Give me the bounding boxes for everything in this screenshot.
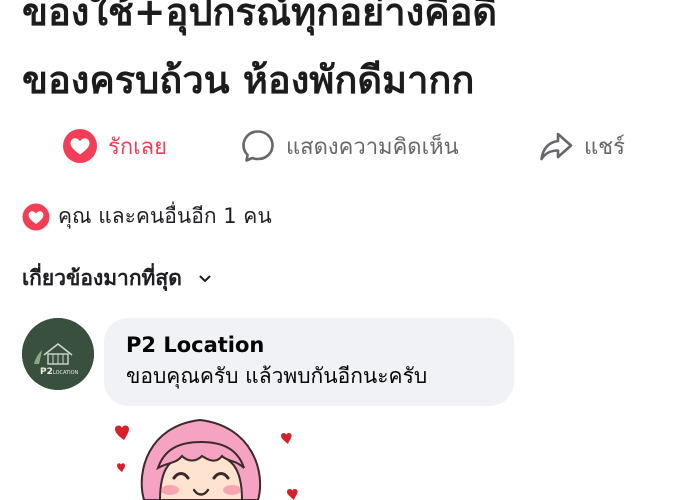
svg-text:LOCATION: LOCATION bbox=[53, 370, 79, 376]
comment-sort-dropdown[interactable]: เกี่ยวข้องมากที่สุด bbox=[22, 262, 212, 295]
comment-button-label: แสดงความคิดเห็น bbox=[286, 134, 459, 160]
comment-button[interactable]: แสดงความคิดเห็น bbox=[240, 120, 459, 172]
chevron-down-icon bbox=[198, 272, 212, 286]
love-button-label: รักเลย bbox=[108, 134, 168, 160]
post-action-bar: รักเลย แสดงความคิดเห็น แชร์ bbox=[0, 120, 700, 172]
love-button[interactable]: รักเลย bbox=[62, 120, 167, 172]
comment-text: ขอบคุณครับ แล้วพบกันอีกนะครับ bbox=[126, 364, 428, 388]
post-text: ของใช้+อุปกรณ์ทุกอย่างคือดี ของครบถ้วน ห… bbox=[22, 0, 692, 114]
share-button-label: แชร์ bbox=[584, 134, 625, 160]
share-button[interactable]: แชร์ bbox=[538, 120, 625, 172]
comment-author[interactable]: P2 Location bbox=[126, 330, 492, 360]
comment-sort-label: เกี่ยวข้องมากที่สุด bbox=[22, 266, 182, 290]
share-arrow-icon bbox=[538, 128, 574, 164]
post-text-line-1: ของใช้+อุปกรณ์ทุกอย่างคือดี bbox=[22, 0, 498, 34]
reaction-summary[interactable]: คุณ และคนอื่นอีก 1 คน bbox=[22, 200, 272, 233]
svg-text:P2: P2 bbox=[40, 367, 53, 377]
avatar[interactable]: P2 LOCATION bbox=[22, 318, 94, 390]
reaction-summary-text: คุณ และคนอื่นอีก 1 คน bbox=[58, 204, 272, 228]
post-text-line-2: ของครบถ้วน ห้องพักดีมากก bbox=[22, 58, 475, 102]
heart-reaction-icon bbox=[22, 203, 50, 231]
speech-bubble-icon bbox=[240, 128, 276, 164]
heart-icon bbox=[62, 128, 98, 164]
comment-bubble: P2 Location ขอบคุณครับ แล้วพบกันอีกนะครั… bbox=[104, 318, 514, 406]
sticker-image bbox=[108, 412, 328, 500]
